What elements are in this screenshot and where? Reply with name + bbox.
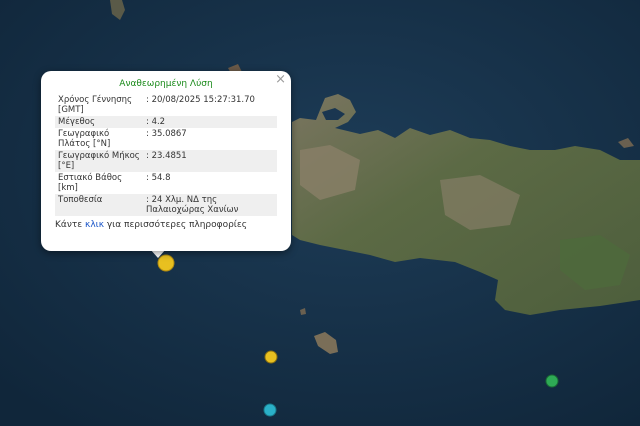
row-label: Γεωγραφικό Πλάτος [°N]: [58, 129, 111, 149]
table-row: Γεωγραφικό Μήκος [°E] : 23.4851: [55, 150, 277, 172]
footer-text: για περισσότερες πληροφορίες: [104, 220, 248, 230]
row-value: : 4.2: [143, 116, 277, 128]
row-label: Τοποθεσία: [55, 194, 143, 216]
table-row: Χρόνος Γέννησης [GMT] : 20/08/2025 15:27…: [55, 94, 277, 116]
row-label: Μέγεθος: [55, 116, 143, 128]
row-label: Εστιακό Βάθος [km]: [58, 173, 123, 193]
table-row: Εστιακό Βάθος [km] : 54.8: [55, 172, 277, 194]
more-info-link[interactable]: κλικ: [85, 220, 104, 230]
row-value: : 23.4851: [143, 150, 277, 172]
row-value: : 35.0867: [146, 129, 187, 139]
table-row: Μέγεθος : 4.2: [55, 116, 277, 128]
close-icon[interactable]: ×: [275, 73, 286, 87]
table-row: Τοποθεσία : 24 Χλμ. ΝΔ της Παλαιοχώρας Χ…: [55, 194, 277, 216]
row-label: Γεωγραφικό Μήκος [°E]: [55, 150, 143, 172]
event-info-table: Χρόνος Γέννησης [GMT] : 20/08/2025 15:27…: [55, 94, 277, 216]
footer-text: Κάντε: [55, 220, 86, 230]
earthquake-marker[interactable]: [263, 403, 277, 417]
event-info-popup: × Αναθεωρημένη Λύση Χρόνος Γέννησης [GMT…: [41, 71, 291, 251]
row-value: : 54.8: [146, 173, 171, 183]
table-row: Γεωγραφικό Πλάτος [°N] : 35.0867: [55, 128, 277, 150]
row-label: Χρόνος Γέννησης [GMT]: [58, 95, 133, 115]
row-value: : 24 Χλμ. ΝΔ της Παλαιοχώρας Χανίων: [143, 194, 277, 216]
more-info-line: Κάντε κλικ για περισσότερες πληροφορίες: [55, 220, 277, 230]
popup-title: Αναθεωρημένη Λύση: [119, 79, 213, 89]
row-value: : 20/08/2025 15:27:31.70: [146, 95, 255, 105]
earthquake-marker[interactable]: [264, 350, 278, 364]
earthquake-marker[interactable]: [545, 374, 559, 388]
